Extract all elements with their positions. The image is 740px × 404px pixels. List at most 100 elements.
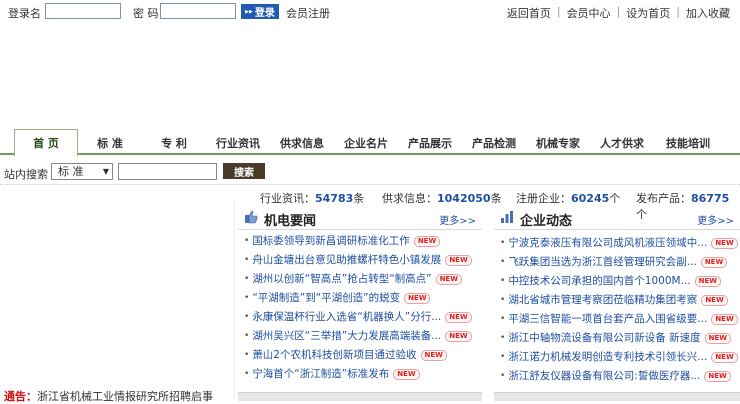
- list-item[interactable]: • 湖州以创新“智高点”抢占转型“制高点” NEW: [244, 270, 484, 289]
- new-badge: NEW: [704, 333, 732, 344]
- tab-talent[interactable]: 人才供求: [592, 131, 652, 155]
- list-item[interactable]: • 萧山2个农机科技创新项目通过验收 NEW: [244, 346, 484, 365]
- username-input[interactable]: [45, 3, 121, 19]
- new-badge: NEW: [445, 331, 472, 342]
- new-badge: NEW: [700, 257, 728, 268]
- password-input[interactable]: [160, 3, 236, 19]
- new-badge: NEW: [711, 352, 738, 363]
- bullet-icon: •: [244, 255, 250, 265]
- new-badge: NEW: [413, 236, 441, 247]
- list-item[interactable]: • 宁波克泰液压有限公司成风机液压领域中... NEW: [500, 234, 740, 253]
- company-panel-header: 企业动态 更多>>: [494, 207, 740, 230]
- list-item[interactable]: • “平湖制造”到“平湖创造”的蜕变 NEW: [244, 289, 484, 308]
- bullet-icon: •: [500, 257, 506, 267]
- news-more-link[interactable]: 更多>>: [439, 212, 476, 227]
- set-homepage-link[interactable]: 设为首页: [620, 5, 676, 21]
- company-item-title[interactable]: 浙江诺力机械发明创造专利技术引领长兴...: [508, 348, 707, 367]
- search-input[interactable]: [118, 163, 217, 180]
- password-label: 密 码: [133, 7, 159, 20]
- tab-industry-news[interactable]: 行业资讯: [208, 131, 268, 155]
- announcement[interactable]: 通告：浙江省机械工业情报研究所招聘启事: [4, 388, 213, 404]
- news-item-title[interactable]: 萧山2个农机科技创新项目通过验收: [252, 346, 416, 365]
- company-item-title[interactable]: 中控技术公司承担的国内首个1000M...: [508, 272, 690, 291]
- announcement-text[interactable]: 浙江省机械工业情报研究所招聘启事: [37, 390, 213, 403]
- list-item[interactable]: • 湖州吴兴区“三举措”大力发展高端装备... NEW: [244, 327, 484, 346]
- list-item[interactable]: • 中控技术公司承担的国内首个1000M... NEW: [500, 272, 740, 291]
- search-button[interactable]: 搜索: [223, 163, 265, 179]
- tab-product-testing[interactable]: 产品检测: [464, 131, 524, 155]
- new-badge: NEW: [704, 371, 731, 382]
- stat-value: 54783: [315, 192, 354, 205]
- login-button[interactable]: ▶▶ 登录: [241, 4, 279, 19]
- new-badge: NEW: [435, 274, 462, 285]
- company-item-title[interactable]: 平湖三信智能一项首台套产品入围省级要...: [508, 310, 707, 329]
- bullet-icon: •: [500, 352, 506, 362]
- new-badge: NEW: [711, 238, 738, 249]
- search-category-select[interactable]: 标 准 ▼: [51, 163, 113, 180]
- list-item[interactable]: • 永康保温杯行业入选省“机器换人”分行... NEW: [244, 308, 484, 327]
- login-arrow-icon: ▶▶: [245, 8, 253, 15]
- tab-home[interactable]: 首 页: [14, 129, 78, 156]
- stat-label: 行业资讯：: [260, 192, 315, 205]
- news-item-title[interactable]: 舟山金塘出台意见助推螺杆特色小镇发展: [252, 251, 441, 270]
- bullet-icon: •: [244, 331, 250, 341]
- home-link[interactable]: 返回首页: [501, 5, 557, 21]
- list-item[interactable]: • 平湖三信智能一项首台套产品入围省级要... NEW: [500, 310, 740, 329]
- company-list: • 宁波克泰液压有限公司成风机液压领域中... NEW • 飞跃集团当选为浙江首经管理…: [500, 234, 740, 386]
- company-item-title[interactable]: 浙江中轴物流设备有限公司新设备 新速度: [508, 329, 700, 348]
- company-item-title[interactable]: 飞跃集团当选为浙江首经管理研究会副...: [508, 253, 697, 272]
- tab-experts[interactable]: 机械专家: [528, 131, 588, 155]
- stat-supply: 供求信息：1042050条: [382, 190, 502, 206]
- bullet-icon: •: [244, 236, 250, 246]
- search-label: 站内搜索: [4, 168, 48, 181]
- top-links: 返回首页 | 会员中心 | 设为首页 | 加入收藏: [501, 5, 736, 21]
- company-item-title[interactable]: 湖北省城市管理考察团莅临精功集团考察: [508, 291, 697, 310]
- new-badge: NEW: [445, 312, 472, 323]
- tab-patent[interactable]: 专 利: [144, 131, 204, 155]
- tab-training[interactable]: 技能培训: [656, 131, 720, 155]
- new-badge: NEW: [694, 276, 721, 287]
- tab-standard[interactable]: 标 准: [80, 131, 140, 155]
- list-item[interactable]: • 湖北省城市管理考察团莅临精功集团考察 NEW: [500, 291, 740, 310]
- news-item-title[interactable]: 永康保温杯行业入选省“机器换人”分行...: [252, 308, 441, 327]
- news-item-title[interactable]: 国标委领导到新昌调研标准化工作: [252, 232, 410, 251]
- stat-label: 注册企业：: [516, 192, 571, 205]
- company-more-link[interactable]: 更多>>: [697, 212, 734, 227]
- new-badge: NEW: [701, 295, 728, 306]
- list-item[interactable]: • 浙江舒友仪器设备有限公司:誓做医疗器... NEW: [500, 367, 740, 386]
- list-item[interactable]: • 国标委领导到新昌调研标准化工作 NEW: [244, 232, 484, 251]
- register-link[interactable]: 会员注册: [286, 5, 330, 21]
- tab-products[interactable]: 产品展示: [400, 131, 460, 155]
- announcement-tag: 通告：: [4, 390, 37, 403]
- company-item-title[interactable]: 宁波克泰液压有限公司成风机液压领域中...: [508, 234, 707, 253]
- member-center-link[interactable]: 会员中心: [561, 5, 617, 21]
- news-item-title[interactable]: 湖州以创新“智高点”抢占转型“制高点”: [252, 270, 431, 289]
- list-item[interactable]: • 宁海首个“浙江制造”标准发布 NEW: [244, 365, 484, 384]
- news-item-title[interactable]: 湖州吴兴区“三举措”大力发展高端装备...: [252, 327, 441, 346]
- new-badge: NEW: [711, 314, 738, 325]
- news-item-title[interactable]: 宁海首个“浙江制造”标准发布: [252, 365, 389, 384]
- bullet-icon: •: [244, 312, 250, 322]
- new-badge: NEW: [404, 293, 431, 304]
- chevron-down-icon: ▼: [102, 167, 109, 176]
- list-item[interactable]: • 浙江中轴物流设备有限公司新设备 新速度 NEW: [500, 329, 740, 348]
- company-item-title[interactable]: 浙江舒友仪器设备有限公司:誓做医疗器...: [508, 367, 700, 386]
- column-divider: [234, 200, 235, 400]
- stat-label: 发布产品：: [636, 192, 691, 205]
- bar-chart-icon: [501, 211, 513, 223]
- list-item[interactable]: • 舟山金塘出台意见助推螺杆特色小镇发展 NEW: [244, 251, 484, 270]
- new-badge: NEW: [445, 255, 472, 266]
- stat-label: 供求信息：: [382, 192, 437, 205]
- stat-value: 86775: [691, 192, 730, 205]
- list-item[interactable]: • 浙江诺力机械发明创造专利技术引领长兴... NEW: [500, 348, 740, 367]
- tab-supply-demand[interactable]: 供求信息: [272, 131, 332, 155]
- username-label: 登录名: [8, 7, 41, 20]
- stat-unit: 条: [490, 192, 502, 205]
- news-item-title[interactable]: “平湖制造”到“平湖创造”的蜕变: [252, 289, 400, 308]
- news-panel-header: 机电要闻 更多>>: [238, 207, 482, 230]
- list-item[interactable]: • 飞跃集团当选为浙江首经管理研究会副... NEW: [500, 253, 740, 272]
- add-favorite-link[interactable]: 加入收藏: [680, 5, 736, 21]
- tab-company-cards[interactable]: 企业名片: [336, 131, 396, 155]
- bullet-icon: •: [500, 295, 506, 305]
- top-bar: 登录名 密 码 ▶▶ 登录 会员注册 返回首页 | 会员中心 | 设为首页 | …: [0, 0, 740, 24]
